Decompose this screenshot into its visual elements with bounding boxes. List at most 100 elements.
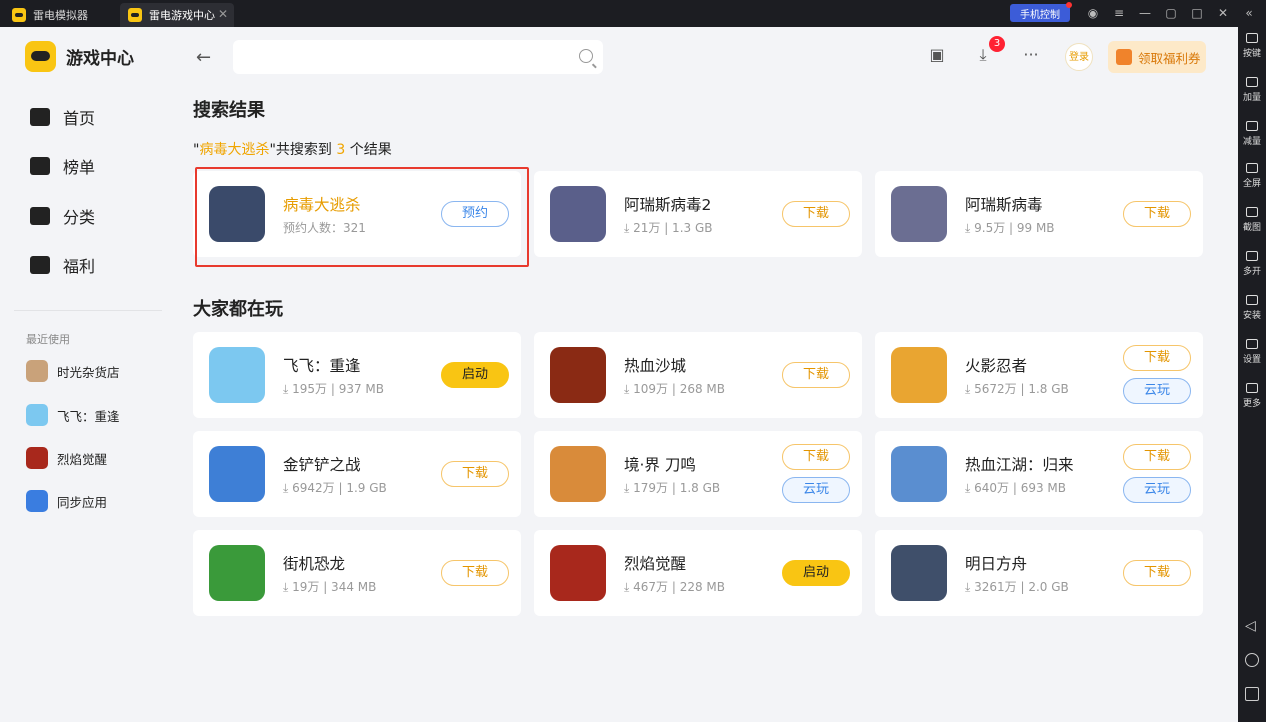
sidebar-item-ranking[interactable]: 榜单 bbox=[30, 154, 95, 178]
phone-control-label: 手机控制 bbox=[1020, 9, 1060, 21]
toolbar-item-label: 加量 bbox=[1242, 93, 1261, 103]
search-input[interactable] bbox=[233, 40, 603, 74]
game-icon[interactable] bbox=[891, 186, 947, 242]
game-icon[interactable] bbox=[550, 186, 606, 242]
game-name[interactable]: 飞飞：重逢 bbox=[283, 354, 361, 376]
game-card[interactable]: 街机恐龙 ⤓ 19万 | 344 MB 下载 bbox=[193, 530, 521, 616]
home-nav-icon[interactable] bbox=[1245, 653, 1259, 667]
toolbar-item-label: 截图 bbox=[1242, 223, 1261, 233]
game-name[interactable]: 街机恐龙 bbox=[283, 552, 345, 574]
login-button[interactable]: 登录 bbox=[1065, 43, 1093, 71]
game-name[interactable]: 境·界 刀鸣 bbox=[624, 453, 696, 475]
game-card[interactable]: 烈焰觉醒 ⤓ 467万 | 228 MB 启动 bbox=[534, 530, 862, 616]
sync-icon bbox=[26, 490, 48, 512]
toolbar-item[interactable]: 加量 bbox=[1238, 77, 1266, 103]
collapse-icon[interactable]: « bbox=[1236, 3, 1262, 23]
game-icon[interactable] bbox=[891, 347, 947, 403]
cloud-play-button[interactable]: 云玩 bbox=[782, 477, 850, 503]
game-icon[interactable] bbox=[209, 446, 265, 502]
game-name[interactable]: 阿瑞斯病毒 bbox=[965, 193, 1043, 215]
minimize-icon[interactable]: — bbox=[1132, 3, 1158, 23]
recent-item[interactable]: 烈焰觉醒 bbox=[26, 447, 107, 469]
back-arrow-icon[interactable]: ← bbox=[196, 47, 211, 68]
game-name[interactable]: 热血江湖：归来 bbox=[965, 453, 1074, 475]
sidebar-item-home[interactable]: 首页 bbox=[30, 105, 95, 129]
download-button[interactable]: 下载 bbox=[441, 560, 509, 586]
recents-nav-icon[interactable] bbox=[1245, 687, 1259, 701]
back-nav-icon[interactable]: ◁ bbox=[1245, 618, 1259, 634]
game-card[interactable]: 热血沙城 ⤓ 109万 | 268 MB 下载 bbox=[534, 332, 862, 418]
sidebar-item-label: 分类 bbox=[63, 208, 96, 227]
close-icon[interactable]: ✕ bbox=[1210, 3, 1236, 23]
game-icon[interactable] bbox=[891, 545, 947, 601]
game-card[interactable]: 飞飞：重逢 ⤓ 195万 | 937 MB 启动 bbox=[193, 332, 521, 418]
game-card[interactable]: 火影忍者 ⤓ 5672万 | 1.8 GB 下载 云玩 bbox=[875, 332, 1203, 418]
game-card[interactable]: 境·界 刀鸣 ⤓ 179万 | 1.8 GB 下载 云玩 bbox=[534, 431, 862, 517]
toolbar-item[interactable]: 多开 bbox=[1238, 251, 1266, 277]
sidebar-item-label: 榜单 bbox=[63, 158, 96, 177]
recent-item[interactable]: 飞飞：重逢 bbox=[26, 404, 120, 426]
coupon-button[interactable]: 领取福利券 bbox=[1108, 41, 1206, 73]
game-icon[interactable] bbox=[209, 347, 265, 403]
sidebar-item-welfare[interactable]: 福利 bbox=[30, 253, 95, 277]
game-name[interactable]: 热血沙城 bbox=[624, 354, 686, 376]
download-button[interactable]: 下载 bbox=[782, 444, 850, 470]
game-icon[interactable] bbox=[891, 446, 947, 502]
game-icon[interactable] bbox=[550, 446, 606, 502]
download-button[interactable]: 下载 bbox=[1123, 345, 1191, 371]
account-icon[interactable]: ◉ bbox=[1080, 3, 1106, 23]
tab-emulator[interactable]: 雷电模拟器 bbox=[4, 3, 116, 27]
close-tab-icon[interactable]: ✕ bbox=[218, 7, 228, 21]
phone-control-button[interactable]: 手机控制 bbox=[1010, 2, 1072, 22]
game-name[interactable]: 金铲铲之战 bbox=[283, 453, 361, 475]
game-icon[interactable] bbox=[550, 347, 606, 403]
game-card[interactable]: 热血江湖：归来 ⤓ 640万 | 693 MB 下载 云玩 bbox=[875, 431, 1203, 517]
toolbar-item[interactable]: 截图 bbox=[1238, 207, 1266, 233]
download-button[interactable]: 下载 bbox=[1123, 444, 1191, 470]
download-button[interactable]: 下载 bbox=[1123, 201, 1191, 227]
toolbar-item[interactable]: 设置 bbox=[1238, 339, 1266, 365]
more-icon bbox=[1246, 383, 1258, 393]
game-name[interactable]: 明日方舟 bbox=[965, 552, 1027, 574]
download-button[interactable]: 下载 bbox=[782, 201, 850, 227]
tab-game-center[interactable]: 雷电游戏中心 ✕ bbox=[120, 3, 234, 27]
cloud-play-button[interactable]: 云玩 bbox=[1123, 477, 1191, 503]
search-icon[interactable] bbox=[579, 49, 593, 63]
maximize-icon[interactable]: □ bbox=[1184, 3, 1210, 23]
install-icon bbox=[1246, 295, 1258, 305]
toolbar-item[interactable]: 更多 bbox=[1238, 383, 1266, 409]
recent-item[interactable]: 同步应用 bbox=[26, 490, 107, 512]
game-icon[interactable] bbox=[550, 545, 606, 601]
more-icon[interactable]: ··· bbox=[1020, 45, 1042, 67]
game-card[interactable]: 阿瑞斯病毒 ⤓ 9.5万 | 99 MB 下载 bbox=[875, 171, 1203, 257]
game-name[interactable]: 火影忍者 bbox=[965, 354, 1027, 376]
window-icon[interactable]: ▢ bbox=[1158, 3, 1184, 23]
start-button[interactable]: 启动 bbox=[782, 560, 850, 586]
volume-up-icon bbox=[1246, 77, 1258, 87]
sidebar-item-category[interactable]: 分类 bbox=[30, 204, 95, 228]
download-button[interactable]: 下载 bbox=[1123, 560, 1191, 586]
sidebar-item-label: 福利 bbox=[63, 257, 96, 276]
calendar-icon[interactable]: ▣ bbox=[926, 45, 948, 67]
screenshot-icon bbox=[1246, 207, 1258, 217]
recent-item-label: 飞飞：重逢 bbox=[57, 408, 120, 424]
download-button[interactable]: 下载 bbox=[441, 461, 509, 487]
download-button[interactable]: 下载 bbox=[782, 362, 850, 388]
game-name[interactable]: 烈焰觉醒 bbox=[624, 552, 686, 574]
game-name[interactable]: 阿瑞斯病毒2 bbox=[624, 193, 711, 215]
toolbar-item[interactable]: 减量 bbox=[1238, 121, 1266, 147]
game-card[interactable]: 明日方舟 ⤓ 3261万 | 2.0 GB 下载 bbox=[875, 530, 1203, 616]
toolbar-item-label: 减量 bbox=[1242, 137, 1261, 147]
toolbar-item[interactable]: 全屏 bbox=[1238, 163, 1266, 189]
toolbar-item[interactable]: 安装 bbox=[1238, 295, 1266, 321]
toolbar-item[interactable]: 按键 bbox=[1238, 33, 1266, 59]
menu-icon[interactable]: ≡ bbox=[1106, 3, 1132, 23]
game-card[interactable]: 金铲铲之战 ⤓ 6942万 | 1.9 GB 下载 bbox=[193, 431, 521, 517]
volume-down-icon bbox=[1246, 121, 1258, 131]
recent-item[interactable]: 时光杂货店 bbox=[26, 360, 120, 382]
game-icon[interactable] bbox=[209, 545, 265, 601]
count-mid: "共搜索到 bbox=[269, 142, 337, 158]
cloud-play-button[interactable]: 云玩 bbox=[1123, 378, 1191, 404]
game-card[interactable]: 阿瑞斯病毒2 ⤓ 21万 | 1.3 GB 下载 bbox=[534, 171, 862, 257]
start-button[interactable]: 启动 bbox=[441, 362, 509, 388]
